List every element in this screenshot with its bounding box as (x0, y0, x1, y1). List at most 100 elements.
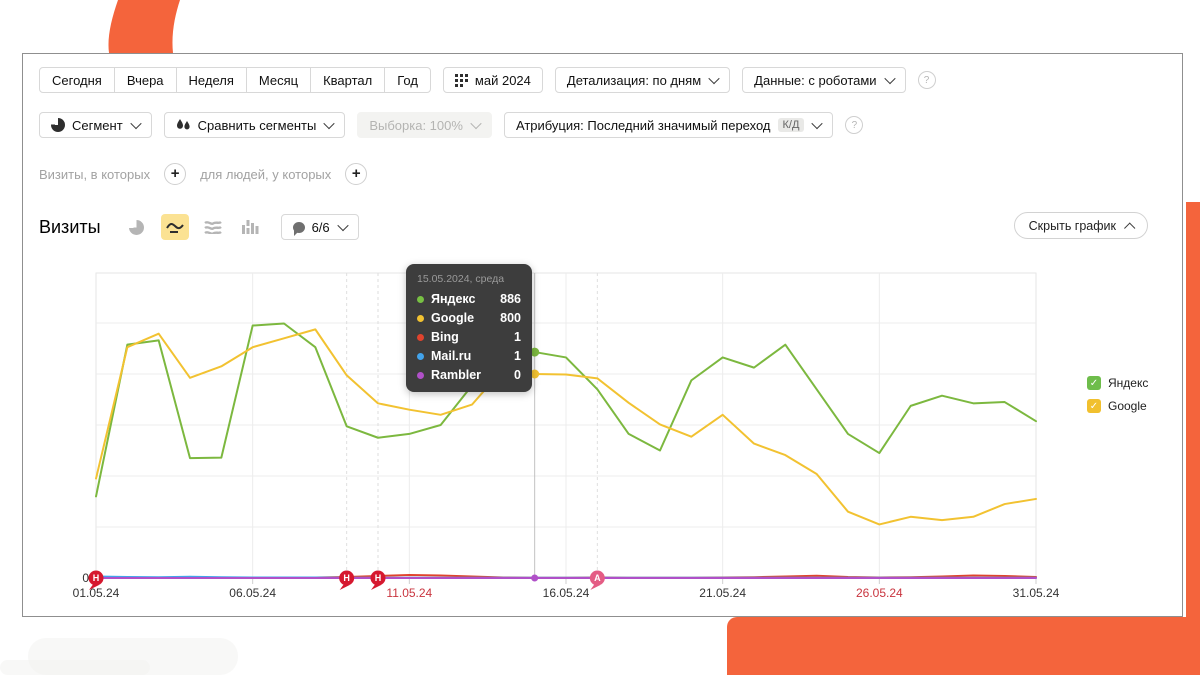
sampling-label: Выборка: 100% (369, 118, 463, 133)
visits-chart-area[interactable]: 01.05.2406.05.2411.05.2416.05.2421.05.24… (61, 263, 1061, 613)
detail-dropdown[interactable]: Детализация: по дням (555, 67, 730, 93)
period-tab-вчера[interactable]: Вчера (114, 67, 177, 93)
chevron-down-icon (812, 118, 823, 129)
x-axis-label: 21.05.24 (699, 586, 746, 600)
help-icon[interactable]: ? (918, 71, 936, 89)
hide-chart-label: Скрыть график (1029, 219, 1116, 233)
detail-label: Детализация: по дням (567, 73, 701, 88)
line-chart-type-icon[interactable] (161, 214, 189, 240)
y-axis-zero-label: 0 (82, 571, 89, 585)
tooltip-row: Rambler0 (417, 368, 521, 382)
tooltip-rows: Яндекс886Google800Bing1Mail.ru1Rambler0 (417, 292, 521, 382)
x-axis-label: 01.05.24 (73, 586, 120, 600)
bar-chart-type-icon[interactable] (237, 214, 265, 240)
svg-text:Н: Н (93, 573, 100, 583)
annotation-marker-а[interactable]: А (590, 571, 605, 591)
chart-tooltip: 15.05.2024, среда Яндекс886 Google800 Bing… (406, 264, 532, 392)
tooltip-series-name: Bing (431, 330, 514, 344)
tooltip-row: Google800 (417, 311, 521, 325)
tooltip-row: Bing1 (417, 330, 521, 344)
x-axis-label: 06.05.24 (229, 586, 276, 600)
chevron-down-icon (130, 118, 141, 129)
annotation-marker-н[interactable]: Н (371, 571, 386, 591)
data-mode-dropdown[interactable]: Данные: с роботами (742, 67, 905, 93)
comment-bubble-icon (293, 222, 305, 233)
tooltip-series-value: 886 (500, 292, 521, 306)
series-dot-icon (417, 353, 424, 360)
calendar-grid-icon (455, 74, 468, 87)
chart-title: Визиты (39, 217, 101, 238)
series-dot-icon (417, 315, 424, 322)
decor-top-arc (106, 0, 190, 53)
chart-legend: ✓ Яндекс ✓ Google (1087, 376, 1148, 413)
comments-count: 6/6 (312, 220, 330, 235)
chevron-down-icon (709, 73, 720, 84)
series-dot-icon (417, 334, 424, 341)
period-tab-неделя[interactable]: Неделя (176, 67, 247, 93)
comments-dropdown[interactable]: 6/6 (281, 214, 359, 240)
stacked-area-type-icon[interactable] (199, 214, 227, 240)
add-visit-filter-button[interactable]: + (164, 163, 186, 185)
legend-item-google[interactable]: ✓ Google (1087, 399, 1148, 413)
chevron-down-icon (884, 73, 895, 84)
filter-row: Визиты, в которых + для людей, у которых… (39, 163, 367, 185)
legend-checkbox[interactable]: ✓ (1087, 376, 1101, 390)
compare-label: Сравнить сегменты (198, 118, 317, 133)
add-people-filter-button[interactable]: + (345, 163, 367, 185)
hide-chart-button[interactable]: Скрыть график (1014, 212, 1148, 239)
visits-chart[interactable]: 01.05.2406.05.2411.05.2416.05.2421.05.24… (61, 263, 1061, 613)
tooltip-series-value: 800 (500, 311, 521, 325)
svg-text:Н: Н (375, 573, 382, 583)
tooltip-series-name: Rambler (431, 368, 514, 382)
metrica-panel: СегодняВчераНеделяМесяцКварталГод май 20… (22, 53, 1183, 617)
page: { "theme": { "orange": "#f4643c", "panel… (0, 0, 1200, 675)
drops-icon (176, 118, 191, 132)
svg-text:А: А (594, 573, 601, 583)
sampling-dropdown[interactable]: Выборка: 100% (357, 112, 492, 138)
legend-item-яндекс[interactable]: ✓ Яндекс (1087, 376, 1148, 390)
tooltip-date: 15.05.2024, среда (417, 273, 521, 285)
tooltip-row: Яндекс886 (417, 292, 521, 306)
period-tab-год[interactable]: Год (384, 67, 431, 93)
tooltip-series-name: Яндекс (431, 292, 500, 306)
help-icon[interactable]: ? (845, 116, 863, 134)
period-tab-месяц[interactable]: Месяц (246, 67, 311, 93)
series-dot-icon (417, 372, 424, 379)
compare-segments-dropdown[interactable]: Сравнить сегменты (164, 112, 346, 138)
segment-pie-icon (51, 118, 65, 132)
calendar-button[interactable]: май 2024 (443, 67, 543, 93)
tooltip-series-value: 1 (514, 349, 521, 363)
toolbar-row-periods: СегодняВчераНеделяМесяцКварталГод май 20… (39, 67, 936, 93)
annotation-marker-н[interactable]: Н (339, 571, 354, 591)
chevron-down-icon (324, 118, 335, 129)
attribution-badge: К/Д (778, 118, 805, 132)
segment-dropdown[interactable]: Сегмент (39, 112, 152, 138)
pie-chart-type-icon[interactable] (123, 214, 151, 240)
series-dot-icon (417, 296, 424, 303)
chart-header-row: Визиты 6/ (39, 214, 359, 240)
decor-bottom-left-blob2 (0, 660, 150, 675)
x-axis-label: 31.05.24 (1013, 586, 1060, 600)
legend-checkbox[interactable]: ✓ (1087, 399, 1101, 413)
legend-label: Яндекс (1108, 376, 1148, 390)
people-filter-text: для людей, у которых (200, 167, 331, 182)
segment-label: Сегмент (72, 118, 123, 133)
x-axis-label: 11.05.24 (386, 586, 432, 600)
decor-right-strip (1186, 202, 1200, 675)
period-tabs: СегодняВчераНеделяМесяцКварталГод (39, 67, 431, 93)
decor-bottom-block (727, 617, 1200, 675)
visits-filter-text: Визиты, в которых (39, 167, 150, 182)
chevron-down-icon (470, 118, 481, 129)
hover-dot-rambler (531, 575, 538, 582)
period-tab-квартал[interactable]: Квартал (310, 67, 385, 93)
svg-text:Н: Н (343, 573, 350, 583)
tooltip-series-value: 1 (514, 330, 521, 344)
attribution-dropdown[interactable]: Атрибуция: Последний значимый переход К/… (504, 112, 834, 138)
tooltip-series-name: Mail.ru (431, 349, 514, 363)
toolbar-row-segments: Сегмент Сравнить сегменты Выборка: 100% … (39, 112, 863, 138)
attribution-label: Атрибуция: Последний значимый переход (516, 118, 771, 133)
data-mode-label: Данные: с роботами (754, 73, 876, 88)
chevron-up-icon (1124, 222, 1135, 233)
period-tab-сегодня[interactable]: Сегодня (39, 67, 115, 93)
legend-label: Google (1108, 399, 1147, 413)
